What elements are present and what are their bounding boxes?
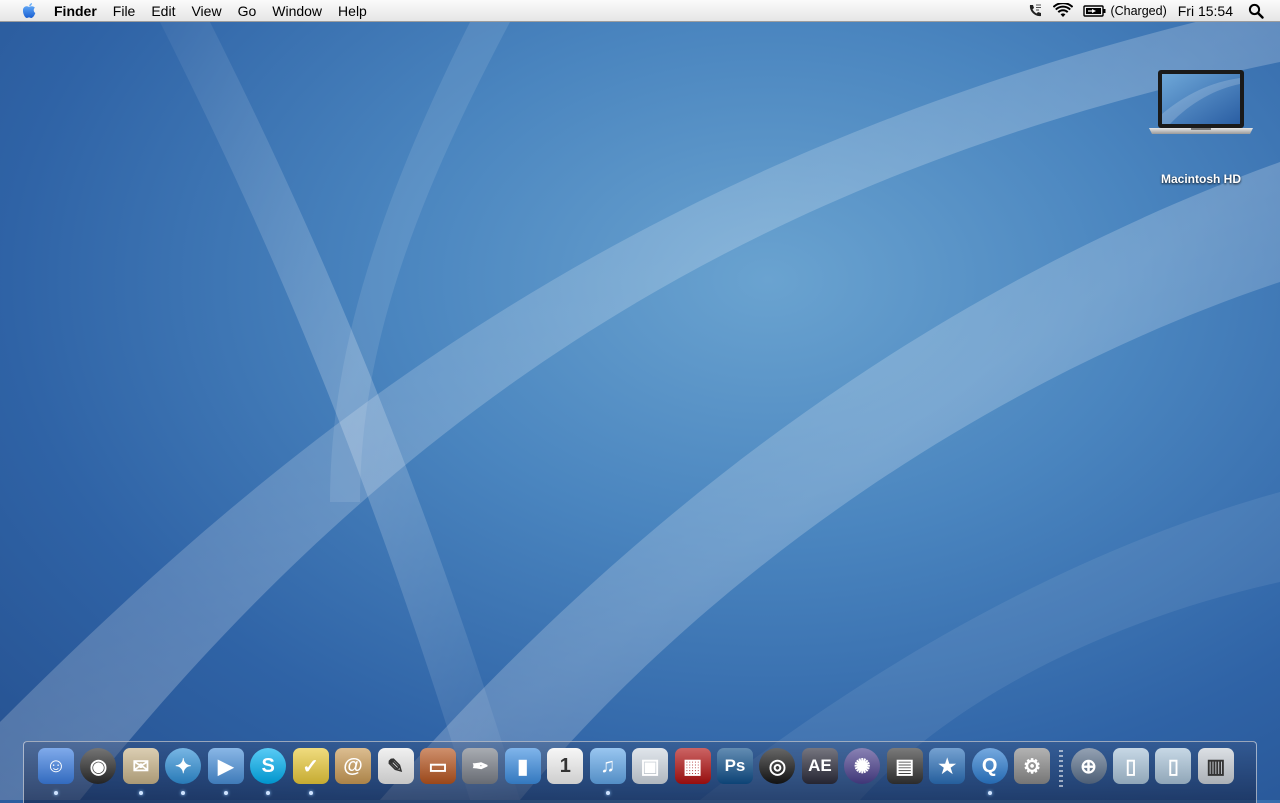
running-indicator	[308, 791, 313, 795]
menu-bar: Finder File Edit View Go Window Help (Ch…	[0, 0, 1280, 22]
laptop-icon	[1149, 70, 1253, 134]
network-utility-icon: ⊕	[1070, 748, 1107, 784]
dock-item-clapperboard[interactable]: ▤	[886, 748, 923, 796]
clapperboard-icon: ▤	[886, 748, 923, 784]
running-indicator	[138, 791, 143, 795]
dock-item-quicktime[interactable]: Q	[971, 748, 1008, 796]
dashboard-icon: ◉	[80, 748, 117, 784]
keynote-icon: ▭	[419, 748, 456, 784]
menu-help[interactable]: Help	[330, 0, 375, 22]
desktop-icon-macintosh-hd[interactable]: Macintosh HD	[1146, 64, 1256, 188]
numbers-chart-icon: ▮	[504, 748, 541, 784]
running-indicator	[223, 791, 228, 795]
after-effects-icon: AE	[801, 748, 838, 784]
menu-window[interactable]: Window	[264, 0, 330, 22]
dock-item-ichat[interactable]: ▶	[207, 748, 244, 796]
system-preferences-icon: ⚙	[1014, 748, 1051, 784]
dock-item-keynote[interactable]: ▭	[419, 748, 456, 796]
dock-item-photoshop[interactable]: Ps	[717, 748, 753, 796]
photo-booth-icon: ▦	[674, 748, 711, 784]
camera-lens-icon: ◎	[759, 748, 796, 784]
pen-tool-icon: ✒	[462, 748, 499, 784]
menu-view[interactable]: View	[183, 0, 229, 22]
textedit-icon: ✎	[377, 748, 414, 784]
desktop-wallpaper	[0, 22, 1280, 800]
menu-go[interactable]: Go	[230, 0, 265, 22]
battery-status[interactable]: (Charged)	[1078, 0, 1171, 22]
dock-item-network-utility[interactable]: ⊕	[1070, 748, 1107, 796]
bird-icon: ✓	[292, 748, 329, 784]
preview-photos-icon: ▣	[632, 748, 669, 784]
mail-stamp-icon: ✉	[122, 748, 159, 784]
dock-item-photo-booth[interactable]: ▦	[674, 748, 711, 796]
calendar-icon: 1	[547, 748, 584, 784]
running-indicator	[54, 791, 58, 795]
dock-item-bird[interactable]: ✓	[292, 748, 329, 796]
battery-icon	[1083, 4, 1106, 17]
aperture-icon: ✺	[844, 748, 881, 784]
dock-item-safari-compass[interactable]: ✦	[165, 748, 202, 796]
apple-icon[interactable]	[21, 2, 37, 20]
dock-item-itunes[interactable]: ♫	[589, 748, 626, 796]
running-indicator	[266, 791, 271, 795]
status-area: (Charged) Fri 15:54	[1022, 0, 1280, 22]
skype-icon: S	[250, 748, 287, 784]
dock-item-after-effects[interactable]: AE	[801, 748, 838, 796]
documents-folder-icon: ▯	[1112, 748, 1149, 784]
desktop-icon-label: Macintosh HD	[1160, 172, 1241, 186]
dock-item-pen-tool[interactable]: ✒	[462, 748, 499, 796]
running-indicator	[181, 791, 186, 795]
dock-item-trash[interactable]: ▥	[1197, 748, 1234, 796]
dock-item-system-preferences[interactable]: ⚙	[1014, 748, 1051, 796]
dock-item-documents-folder[interactable]: ▯	[1112, 748, 1149, 796]
spotlight-search-icon[interactable]	[1243, 0, 1280, 22]
dock-item-textedit[interactable]: ✎	[377, 748, 414, 796]
finder-icon: ☺	[38, 748, 74, 784]
wifi-icon[interactable]	[1048, 0, 1078, 22]
itunes-icon: ♫	[589, 748, 626, 784]
dock-item-mail-stamp[interactable]: ✉	[122, 748, 159, 796]
dock: ☺ ◉ ✉ ✦ ▶ S ✓ @ ✎ ▭ ✒ ▮ 1 ♫ ▣ ▦ Ps ◎ AE ✺ ▤ ★ Q ⚙ ⊕ ▯ ▯ ▥	[23, 741, 1257, 803]
trash-icon: ▥	[1197, 748, 1234, 784]
ichat-icon: ▶	[207, 748, 244, 784]
dock-item-finder[interactable]: ☺	[38, 748, 74, 796]
phone-icon[interactable]	[1022, 0, 1048, 22]
dock-item-calendar[interactable]: 1	[547, 748, 584, 796]
dock-item-aperture[interactable]: ✺	[844, 748, 881, 796]
menu-file[interactable]: File	[105, 0, 144, 22]
menu-edit[interactable]: Edit	[143, 0, 183, 22]
dock-item-preview-photos[interactable]: ▣	[632, 748, 669, 796]
dock-item-skype[interactable]: S	[250, 748, 287, 796]
downloads-folder-icon: ▯	[1155, 748, 1192, 784]
dock-separator[interactable]	[1057, 748, 1065, 790]
photoshop-icon: Ps	[717, 748, 753, 784]
dock-item-address-book[interactable]: @	[335, 748, 372, 796]
running-indicator	[987, 791, 992, 795]
menu-app-finder[interactable]: Finder	[47, 0, 105, 22]
dock-item-numbers-chart[interactable]: ▮	[504, 748, 541, 796]
address-book-icon: @	[335, 748, 372, 784]
running-indicator	[605, 791, 610, 795]
dock-item-imovie[interactable]: ★	[929, 748, 966, 796]
dock-item-camera-lens[interactable]: ◎	[759, 748, 796, 796]
safari-compass-icon: ✦	[165, 748, 202, 784]
menubar-clock[interactable]: Fri 15:54	[1172, 3, 1243, 19]
dock-item-dashboard[interactable]: ◉	[80, 748, 117, 796]
dock-items: ☺ ◉ ✉ ✦ ▶ S ✓ @ ✎ ▭ ✒ ▮ 1 ♫ ▣ ▦ Ps ◎ AE ✺ ▤ ★ Q ⚙ ⊕ ▯ ▯ ▥	[38, 748, 1240, 796]
quicktime-icon: Q	[971, 748, 1008, 784]
battery-status-text: (Charged)	[1110, 3, 1167, 18]
dock-item-downloads-folder[interactable]: ▯	[1155, 748, 1192, 796]
imovie-icon: ★	[929, 748, 966, 784]
